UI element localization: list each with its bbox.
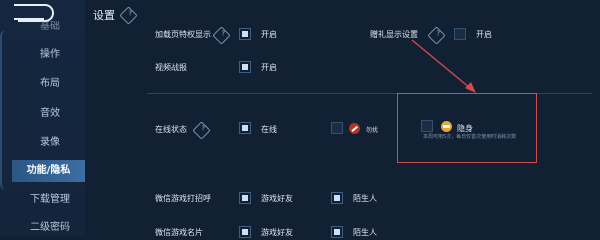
wechat-invite-friends-option: 游戏好友 [261, 194, 293, 203]
video-report-checkbox[interactable] [239, 61, 251, 73]
online-option: 在线 [261, 125, 277, 134]
sidebar-item-sound[interactable]: 音效 [15, 103, 85, 125]
invisible-usage-note: 本周可用5次，每日仅首次使用时消耗次数 [423, 134, 517, 140]
sidebar-item-password[interactable]: 二级密码 [15, 217, 85, 239]
online-status-label: 在线状态 [155, 125, 187, 134]
wechat-invite-strangers-option: 陌生人 [353, 194, 377, 203]
do-not-disturb-icon [349, 123, 360, 134]
invisible-icon [441, 121, 452, 132]
sidebar-item-downloads[interactable]: 下载管理 [15, 189, 85, 211]
back-button[interactable] [14, 4, 54, 22]
wechat-card-friends-checkbox[interactable] [239, 226, 251, 238]
invisible-option: 隐身 [457, 124, 473, 133]
sidebar-item-layout[interactable]: 布局 [15, 73, 85, 95]
wechat-invite-strangers-checkbox[interactable] [331, 192, 343, 204]
video-report-option: 开启 [261, 63, 277, 72]
sidebar-item-recording[interactable]: 录像 [15, 132, 85, 154]
invisible-checkbox[interactable] [421, 120, 433, 132]
online-checkbox[interactable] [239, 122, 251, 134]
wechat-invite-label: 微信游戏打招呼 [155, 194, 211, 203]
load-privilege-label: 加载页特权显示 [155, 30, 211, 39]
dnd-checkbox[interactable] [331, 122, 343, 134]
wechat-invite-friends-checkbox[interactable] [239, 192, 251, 204]
wechat-card-strangers-option: 陌生人 [353, 228, 377, 237]
sidebar-item-basic[interactable]: 基础 [15, 21, 85, 33]
wechat-card-strangers-checkbox[interactable] [331, 226, 343, 238]
sidebar-edge [0, 30, 10, 190]
help-icon[interactable]: ? [119, 6, 138, 25]
annotation-arrow [411, 39, 476, 93]
sidebar-item-controls[interactable]: 操作 [15, 44, 85, 66]
load-privilege-option: 开启 [261, 30, 277, 39]
online-status-help-icon[interactable]: ? [192, 121, 211, 140]
load-privilege-help-icon[interactable]: ? [212, 26, 231, 45]
dnd-option: 勿扰 [366, 127, 379, 134]
sidebar: 基础 操作 布局 音效 录像 功能/隐私 下载管理 二级密码 [0, 0, 85, 236]
video-report-label: 视频战报 [155, 63, 187, 72]
wechat-card-label: 微信游戏名片 [155, 228, 203, 237]
wechat-card-friends-option: 游戏好友 [261, 228, 293, 237]
load-privilege-checkbox[interactable] [239, 28, 251, 40]
page-title: 设置 [93, 9, 115, 22]
sidebar-item-privacy[interactable]: 功能/隐私 [12, 160, 85, 182]
